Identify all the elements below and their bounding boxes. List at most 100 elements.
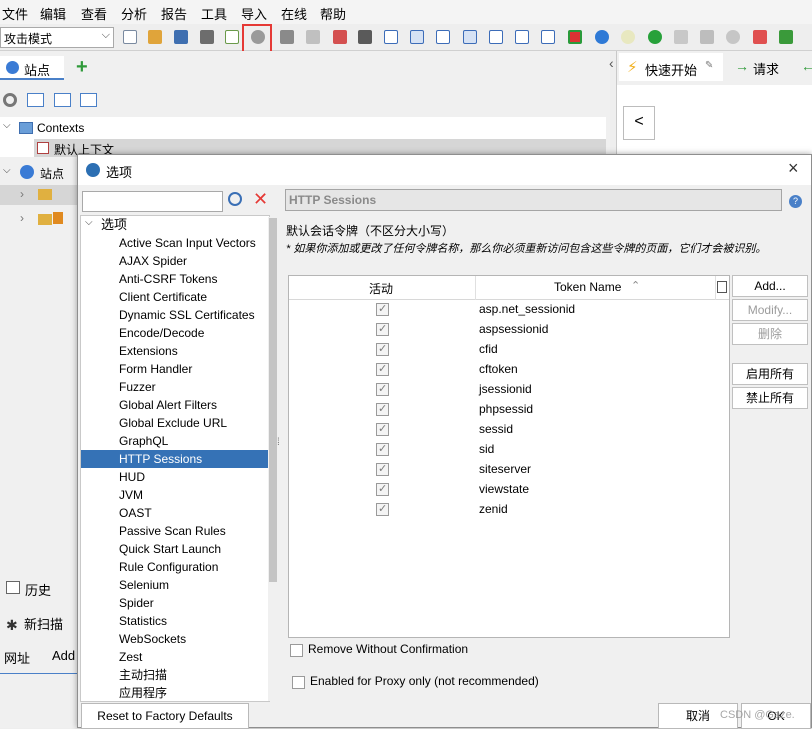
column-control-icon[interactable] xyxy=(717,281,727,293)
menu-online[interactable]: 在线 xyxy=(281,4,307,23)
menu-edit[interactable]: 编辑 xyxy=(40,4,66,23)
contexts-node[interactable]: Contexts xyxy=(37,121,84,135)
active-checkbox[interactable] xyxy=(376,382,389,396)
tree-scrollbar[interactable] xyxy=(268,217,278,701)
remove-without-confirmation-checkbox[interactable] xyxy=(290,644,303,657)
add-button[interactable]: Add... xyxy=(732,275,808,297)
active-checkbox[interactable] xyxy=(376,442,389,456)
tree-item[interactable]: Global Exclude URL xyxy=(119,414,227,432)
display-button[interactable] xyxy=(355,27,375,47)
modify-button[interactable]: Modify... xyxy=(732,299,808,321)
proxy-only-checkbox[interactable] xyxy=(292,676,305,689)
active-checkbox[interactable] xyxy=(376,422,389,436)
active-checkbox[interactable] xyxy=(376,402,389,416)
hud-button[interactable] xyxy=(618,27,638,47)
layout-split-button[interactable] xyxy=(486,27,506,47)
table-row[interactable]: zenid xyxy=(289,500,717,520)
tree-item[interactable]: Active Scan Input Vectors xyxy=(119,234,256,252)
layout-horizontal-button[interactable] xyxy=(407,27,427,47)
layout-vertical-button[interactable] xyxy=(433,27,453,47)
search-icon[interactable] xyxy=(228,192,242,206)
active-checkbox[interactable] xyxy=(376,482,389,496)
table-row[interactable]: cftoken xyxy=(289,360,717,380)
layout-columns-button[interactable] xyxy=(512,27,532,47)
new-context-icon[interactable] xyxy=(27,93,44,107)
tree-item[interactable]: Extensions xyxy=(119,342,178,360)
tree-item[interactable]: JVM xyxy=(119,486,143,504)
active-checkbox[interactable] xyxy=(376,502,389,516)
delete-button[interactable]: 删除 xyxy=(732,323,808,345)
disable-all-button[interactable]: 禁止所有 xyxy=(732,387,808,409)
menu-report[interactable]: 报告 xyxy=(161,4,187,23)
table-row[interactable]: aspsessionid xyxy=(289,320,717,340)
active-checkbox[interactable] xyxy=(376,322,389,336)
continue-button[interactable] xyxy=(697,27,717,47)
tree-item[interactable]: Anti-CSRF Tokens xyxy=(119,270,217,288)
clear-icon[interactable]: ✕ xyxy=(253,189,268,210)
tree-item[interactable]: WebSockets xyxy=(119,630,186,648)
chevron-down-icon[interactable]: ⌵ xyxy=(85,217,93,228)
tab-history[interactable]: 历史 xyxy=(25,580,51,599)
open-session-button[interactable] xyxy=(145,27,165,47)
tab-sites[interactable]: 站点 xyxy=(0,56,64,80)
tree-item[interactable]: OAST xyxy=(119,504,152,522)
tree-item[interactable]: Fuzzer xyxy=(119,378,156,396)
scrollbar-thumb[interactable] xyxy=(269,218,277,582)
add-icon[interactable]: + xyxy=(76,56,88,79)
close-icon[interactable]: × xyxy=(788,158,799,179)
session-properties-button[interactable] xyxy=(222,27,242,47)
layout-tabs-button[interactable] xyxy=(460,27,480,47)
table-row[interactable]: asp.net_sessionid xyxy=(289,300,717,320)
table-row[interactable]: jsessionid xyxy=(289,380,717,400)
layout-full-button[interactable] xyxy=(381,27,401,47)
more-toolbar-button[interactable] xyxy=(776,27,796,47)
show-tab-button[interactable] xyxy=(303,27,323,47)
export-context-icon[interactable] xyxy=(80,93,97,107)
chevron-right-icon[interactable]: › xyxy=(20,187,24,201)
remove-tab-button[interactable] xyxy=(330,27,350,47)
tree-item[interactable]: Zest xyxy=(119,648,142,666)
tab-request[interactable]: 请求 xyxy=(753,59,779,78)
mode-select[interactable]: 攻击模式 ⌵ xyxy=(0,27,114,48)
tree-item[interactable]: 应用程序 xyxy=(119,684,167,701)
table-row[interactable]: phpsessid xyxy=(289,400,717,420)
active-checkbox[interactable] xyxy=(376,342,389,356)
break-button[interactable] xyxy=(645,27,665,47)
snapshot-button[interactable] xyxy=(197,27,217,47)
tree-item[interactable]: Rule Configuration xyxy=(119,558,218,576)
col-url[interactable]: 网址 xyxy=(4,648,30,667)
import-context-icon[interactable] xyxy=(54,93,71,107)
help-icon[interactable]: ? xyxy=(789,195,802,208)
tree-item[interactable]: 主动扫描 xyxy=(119,666,167,684)
chevron-down-icon[interactable]: ⌵ xyxy=(3,165,11,176)
tree-item[interactable]: GraphQL xyxy=(119,432,168,450)
addons-button[interactable] xyxy=(565,27,585,47)
sites-root-node[interactable]: 站点 xyxy=(40,165,64,182)
tree-item[interactable]: Spider xyxy=(119,594,154,612)
step-button[interactable] xyxy=(671,27,691,47)
splitter-handle[interactable]: ⁞ xyxy=(277,437,280,448)
active-checkbox[interactable] xyxy=(376,362,389,376)
menu-file[interactable]: 文件 xyxy=(2,4,28,23)
drop-request-button[interactable] xyxy=(750,27,770,47)
menu-tools[interactable]: 工具 xyxy=(201,4,227,23)
pin-icon[interactable]: ✎ xyxy=(705,60,713,71)
tree-item[interactable]: Encode/Decode xyxy=(119,324,204,342)
menu-help[interactable]: 帮助 xyxy=(320,4,346,23)
drop-button[interactable] xyxy=(723,27,743,47)
col-token-header[interactable]: Token Name xyxy=(554,280,621,294)
menu-analyze[interactable]: 分析 xyxy=(121,4,147,23)
arrow-left-icon[interactable]: ← xyxy=(801,58,812,74)
tree-item[interactable]: Form Handler xyxy=(119,360,192,378)
target-icon[interactable] xyxy=(3,93,17,107)
table-row[interactable]: cfid xyxy=(289,340,717,360)
tree-item[interactable]: AJAX Spider xyxy=(119,252,187,270)
tree-item[interactable]: Client Certificate xyxy=(119,288,207,306)
tree-item[interactable]: HUD xyxy=(119,468,145,486)
tree-item[interactable]: Statistics xyxy=(119,612,167,630)
menu-view[interactable]: 查看 xyxy=(81,4,107,23)
col-add[interactable]: Add xyxy=(52,648,75,663)
reset-defaults-button[interactable]: Reset to Factory Defaults xyxy=(81,703,249,729)
layout-button[interactable] xyxy=(277,27,297,47)
tree-item-selected[interactable]: HTTP Sessions xyxy=(81,450,269,468)
